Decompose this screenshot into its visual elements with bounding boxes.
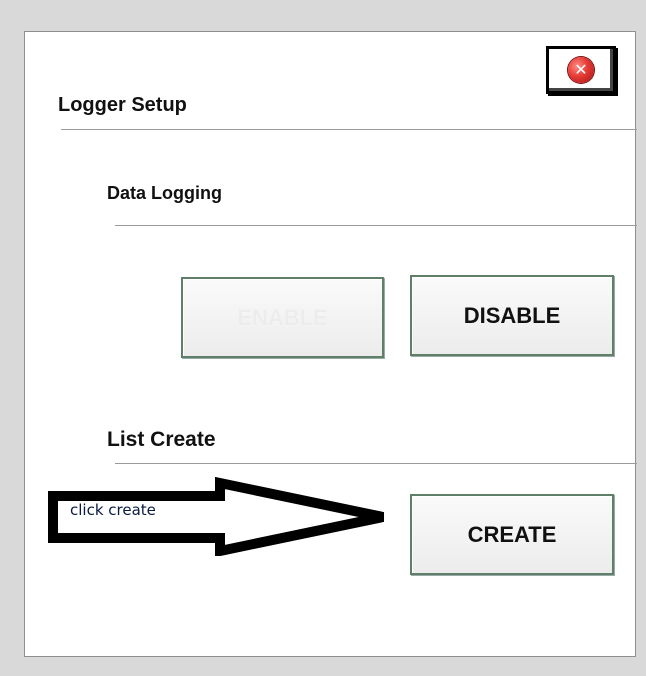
title-divider xyxy=(61,129,637,130)
data-logging-label: Data Logging xyxy=(107,183,222,203)
data-logging-divider xyxy=(115,225,637,226)
close-icon: ✕ xyxy=(568,57,594,83)
create-button[interactable]: CREATE xyxy=(410,494,614,575)
enable-button[interactable]: ENABLE xyxy=(181,277,384,358)
close-button[interactable]: ✕ xyxy=(546,46,616,94)
dialog-title: Logger Setup xyxy=(58,94,187,116)
disable-button[interactable]: DISABLE xyxy=(410,275,614,356)
annotation-arrow: click create xyxy=(28,446,393,558)
logger-setup-dialog: ✕ Logger Setup Data Logging ENABLE DISAB… xyxy=(24,31,637,657)
annotation-text: click create xyxy=(70,501,156,519)
